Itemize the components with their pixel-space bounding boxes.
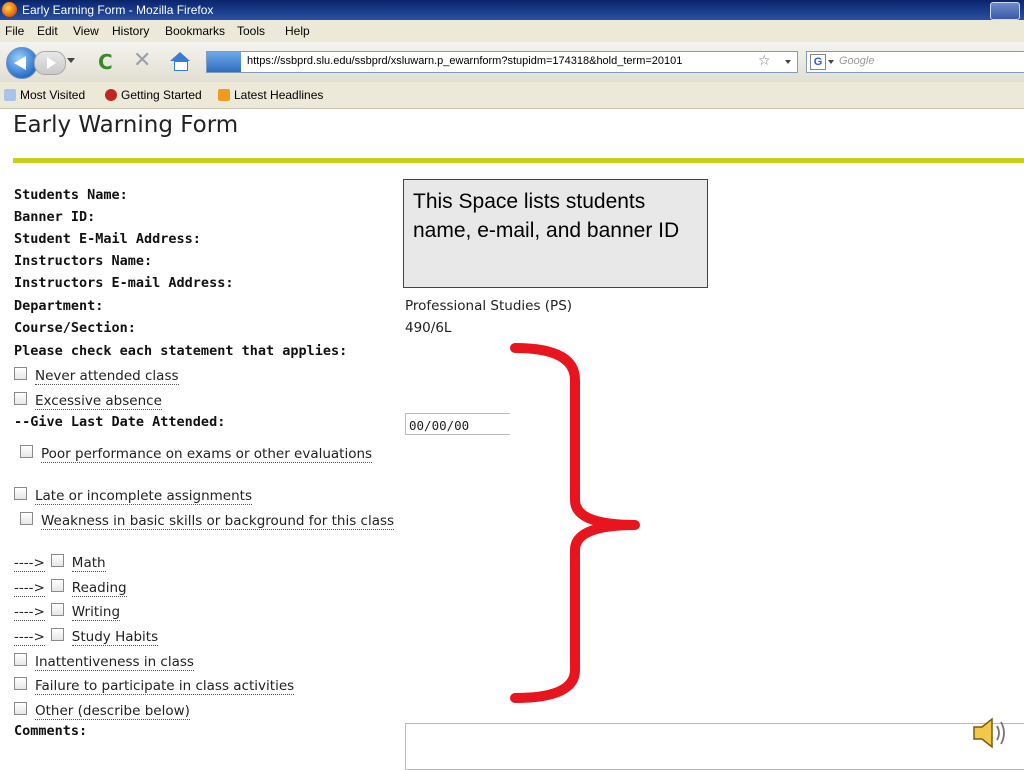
- bookmark-label: Latest Headlines: [234, 88, 324, 102]
- menu-tools[interactable]: Tools: [237, 24, 265, 38]
- late-assignments-checkbox[interactable]: [14, 487, 27, 500]
- instructor-email-label: Instructors E-mail Address:: [14, 275, 234, 291]
- excessive-absence-label[interactable]: Excessive absence: [35, 393, 162, 410]
- check-writing[interactable]: ----> Writing: [14, 603, 121, 621]
- search-engine-icon[interactable]: G: [810, 54, 826, 70]
- never-attended-checkbox[interactable]: [14, 367, 27, 380]
- bookmark-most-visited[interactable]: Most Visited: [4, 88, 85, 102]
- search-engine-dropdown-icon[interactable]: [828, 60, 834, 64]
- window-title: Early Earning Form - Mozilla Firefox: [22, 3, 214, 17]
- check-study-habits[interactable]: ----> Study Habits: [14, 628, 159, 646]
- failure-participate-label[interactable]: Failure to participate in class activiti…: [35, 678, 295, 695]
- bookmark-label: Getting Started: [121, 88, 202, 102]
- check-weakness[interactable]: Weakness in basic skills or background f…: [14, 512, 399, 530]
- study-habits-checkbox[interactable]: [50, 628, 64, 641]
- writing-label[interactable]: Writing: [71, 604, 121, 621]
- bookmark-getting-started[interactable]: Getting Started: [105, 88, 202, 102]
- poor-performance-label[interactable]: Poor performance on exams or other evalu…: [41, 446, 373, 463]
- page-title: Early Warning Form: [13, 112, 239, 138]
- history-dropdown-icon[interactable]: [67, 58, 75, 63]
- late-assignments-label[interactable]: Late or incomplete assignments: [35, 488, 252, 505]
- speaker-icon[interactable]: [970, 715, 1010, 751]
- menu-help[interactable]: Help: [285, 24, 310, 38]
- site-identity-icon[interactable]: [207, 52, 241, 72]
- writing-checkbox[interactable]: [50, 603, 64, 616]
- banner-id-label: Banner ID:: [14, 209, 96, 225]
- check-excessive-absence[interactable]: Excessive absence: [14, 392, 162, 410]
- department-value: Professional Studies (PS): [405, 298, 573, 314]
- check-reading[interactable]: ----> Reading: [14, 579, 127, 597]
- bookmark-star-icon[interactable]: ☆: [758, 53, 771, 69]
- inattentiveness-checkbox[interactable]: [14, 653, 27, 666]
- navigation-toolbar: C ✕ https://ssbprd.slu.edu/ssbprd/xsluwa…: [0, 42, 1024, 82]
- search-input[interactable]: Google: [839, 55, 874, 67]
- red-brace-annotation: [510, 343, 640, 703]
- annotation-callout: This Space lists students name, e-mail, …: [403, 179, 708, 288]
- minimize-button[interactable]: [990, 2, 1020, 20]
- url-dropdown-icon[interactable]: [785, 60, 791, 64]
- weakness-label[interactable]: Weakness in basic skills or background f…: [41, 513, 395, 530]
- indent-arrow: ---->: [14, 604, 45, 621]
- getting-started-icon: [105, 89, 117, 101]
- last-date-input[interactable]: 00/00/00: [405, 413, 510, 435]
- check-prompt-label: Please check each statement that applies…: [14, 343, 348, 359]
- menu-view[interactable]: View: [73, 24, 99, 38]
- failure-participate-checkbox[interactable]: [14, 677, 27, 690]
- never-attended-label[interactable]: Never attended class: [35, 368, 179, 385]
- course-section-label: Course/Section:: [14, 320, 136, 336]
- check-late-assignments[interactable]: Late or incomplete assignments: [14, 487, 252, 505]
- bookmarks-toolbar: Most Visited Getting Started Latest Head…: [0, 82, 1024, 109]
- inattentiveness-label[interactable]: Inattentiveness in class: [35, 654, 194, 671]
- math-label[interactable]: Math: [71, 555, 106, 572]
- indent-arrow: ---->: [14, 580, 45, 597]
- menu-file[interactable]: File: [5, 24, 24, 38]
- weakness-checkbox[interactable]: [20, 512, 33, 525]
- study-habits-label[interactable]: Study Habits: [71, 629, 159, 646]
- menu-bookmarks[interactable]: Bookmarks: [165, 24, 225, 38]
- comments-label: Comments:: [14, 723, 88, 739]
- bookmark-latest-headlines[interactable]: Latest Headlines: [218, 88, 323, 102]
- check-other[interactable]: Other (describe below): [14, 702, 190, 720]
- indent-arrow: ---->: [14, 629, 45, 646]
- check-never-attended[interactable]: Never attended class: [14, 367, 179, 385]
- check-poor-performance[interactable]: Poor performance on exams or other evalu…: [14, 445, 399, 463]
- last-date-label: --Give Last Date Attended:: [14, 414, 226, 430]
- indent-arrow: ---->: [14, 555, 45, 572]
- student-email-label: Student E-Mail Address:: [14, 231, 201, 247]
- search-bar[interactable]: G Google: [806, 51, 1024, 73]
- rss-feed-icon: [218, 89, 230, 101]
- title-divider: [13, 158, 1024, 163]
- home-icon[interactable]: [170, 52, 190, 71]
- firefox-icon: [2, 2, 17, 17]
- comments-textarea[interactable]: [405, 723, 1024, 770]
- excessive-absence-checkbox[interactable]: [14, 392, 27, 405]
- most-visited-icon: [4, 89, 16, 101]
- window-title-bar: Early Earning Form - Mozilla Firefox: [0, 0, 1024, 20]
- url-text[interactable]: https://ssbprd.slu.edu/ssbprd/xsluwarn.p…: [247, 55, 757, 67]
- math-checkbox[interactable]: [50, 554, 64, 567]
- instructor-name-label: Instructors Name:: [14, 253, 153, 269]
- check-inattentiveness[interactable]: Inattentiveness in class: [14, 653, 194, 671]
- menu-edit[interactable]: Edit: [37, 24, 58, 38]
- bookmark-label: Most Visited: [20, 88, 86, 102]
- department-label: Department:: [14, 298, 104, 314]
- poor-performance-checkbox[interactable]: [20, 445, 33, 458]
- stop-icon[interactable]: ✕: [133, 48, 151, 73]
- menu-history[interactable]: History: [112, 24, 149, 38]
- address-bar[interactable]: https://ssbprd.slu.edu/ssbprd/xsluwarn.p…: [206, 51, 798, 73]
- reading-label[interactable]: Reading: [71, 580, 127, 597]
- course-section-value: 490/6L: [405, 320, 452, 336]
- forward-button[interactable]: [34, 51, 66, 75]
- student-name-label: Students Name:: [14, 187, 128, 203]
- reload-icon[interactable]: C: [98, 50, 113, 74]
- menu-bar: File Edit View History Bookmarks Tools H…: [0, 20, 1024, 42]
- reading-checkbox[interactable]: [50, 579, 64, 592]
- other-label[interactable]: Other (describe below): [35, 703, 190, 720]
- other-checkbox[interactable]: [14, 702, 27, 715]
- check-failure-participate[interactable]: Failure to participate in class activiti…: [14, 677, 295, 695]
- check-math[interactable]: ----> Math: [14, 554, 106, 572]
